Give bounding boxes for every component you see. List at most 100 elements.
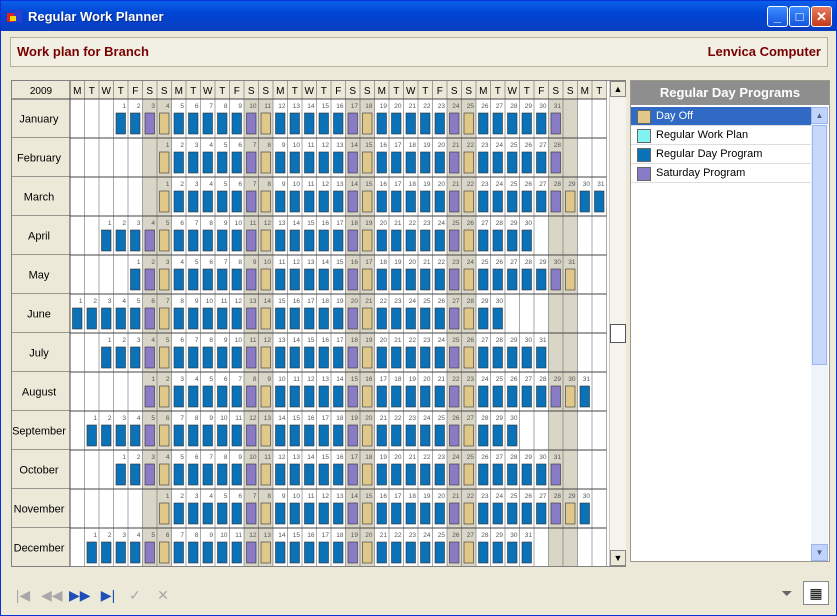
day-number: 7: [195, 220, 199, 227]
day-number: 31: [554, 454, 562, 461]
day-number: 27: [539, 493, 547, 500]
cancel-icon[interactable]: ✕: [153, 586, 173, 604]
day-number: 1: [108, 220, 112, 227]
filter-icon[interactable]: ⏷: [775, 581, 799, 605]
day-number: 25: [481, 259, 489, 266]
calendar-grid-icon[interactable]: ▦: [803, 581, 829, 605]
day-number: 10: [206, 298, 214, 305]
day-number: 18: [409, 142, 417, 149]
day-bar: [376, 190, 387, 213]
prev-icon[interactable]: ◀◀: [41, 586, 63, 604]
calendar-grid[interactable]: 2009 M T W T F S S M T W T F S S M T W T F S S M T W T F S S M T W T F S S M…: [11, 80, 626, 567]
close-button[interactable]: ✕: [811, 6, 832, 27]
program-color-swatch: [637, 110, 651, 124]
day-number: 31: [539, 337, 547, 344]
day-number: 25: [510, 493, 518, 500]
day-number: 3: [195, 142, 199, 149]
day-number: 10: [293, 493, 301, 500]
day-number: 2: [137, 103, 141, 110]
day-number: 21: [380, 415, 388, 422]
day-bar: [275, 385, 286, 408]
first-record-icon[interactable]: |◀: [13, 586, 33, 604]
day-number: 14: [264, 298, 272, 305]
maximize-button[interactable]: □: [789, 6, 810, 27]
calendar-scrollbar[interactable]: ▲ ▼: [609, 81, 626, 566]
programs-scroll-down-icon[interactable]: ▼: [811, 544, 828, 561]
day-bar: [231, 463, 242, 486]
day-number: 2: [122, 220, 126, 227]
day-bar: [449, 463, 460, 486]
day-bar: [391, 463, 402, 486]
day-number: 26: [481, 103, 489, 110]
day-bar: [362, 541, 373, 564]
day-bar: [202, 151, 213, 174]
day-number: 27: [496, 454, 504, 461]
day-bar: [463, 307, 474, 330]
scroll-up-arrow-icon[interactable]: ▲: [610, 81, 626, 97]
day-bar: [507, 112, 518, 135]
day-bar: [478, 502, 489, 525]
day-header: T: [495, 86, 501, 97]
day-bar: [231, 112, 242, 135]
day-bar: [405, 151, 416, 174]
day-number: 10: [235, 337, 243, 344]
day-bar: [507, 502, 518, 525]
day-number: 30: [554, 259, 562, 266]
next-icon[interactable]: ▶▶: [69, 586, 91, 604]
day-bar: [565, 268, 576, 291]
day-bar: [463, 151, 474, 174]
day-bar: [391, 307, 402, 330]
day-number: 15: [293, 415, 301, 422]
scroll-down-arrow-icon[interactable]: ▼: [610, 550, 626, 566]
day-bar: [188, 268, 199, 291]
day-header: M: [581, 86, 589, 97]
day-number: 8: [253, 376, 257, 383]
day-bar: [434, 268, 445, 291]
day-header: F: [538, 86, 544, 97]
day-number: 7: [180, 532, 184, 539]
day-bar: [507, 229, 518, 252]
day-number: 3: [151, 454, 155, 461]
day-bar: [159, 268, 170, 291]
day-number: 14: [293, 337, 301, 344]
day-bar: [420, 541, 431, 564]
day-number: 11: [264, 103, 271, 110]
month-label: June: [27, 309, 51, 321]
day-header: W: [406, 86, 416, 97]
day-number: 15: [293, 532, 301, 539]
program-item[interactable]: Regular Day Program: [631, 145, 811, 164]
day-bar: [202, 385, 213, 408]
day-number: 1: [79, 298, 83, 305]
programs-scrollbar[interactable]: ▲ ▼: [811, 107, 828, 561]
program-item[interactable]: Saturday Program: [631, 164, 811, 183]
day-bar: [347, 190, 358, 213]
day-bar: [217, 190, 228, 213]
program-item[interactable]: Day Off: [631, 107, 811, 126]
day-number: 24: [452, 103, 460, 110]
programs-scroll-thumb[interactable]: [812, 125, 827, 365]
program-item[interactable]: Regular Work Plan: [631, 126, 811, 145]
day-bar: [492, 385, 503, 408]
day-number: 16: [293, 298, 301, 305]
day-bar: [130, 424, 141, 447]
day-bar: [318, 463, 329, 486]
programs-scroll-up-icon[interactable]: ▲: [811, 107, 828, 124]
day-bar: [347, 229, 358, 252]
day-number: 19: [423, 493, 431, 500]
day-header: S: [552, 86, 559, 97]
check-icon[interactable]: ✓: [125, 586, 145, 604]
minimize-button[interactable]: _: [767, 6, 788, 27]
last-record-icon[interactable]: ▶|: [98, 586, 118, 604]
day-bar: [536, 190, 547, 213]
scroll-thumb[interactable]: [610, 324, 626, 343]
day-number: 20: [365, 415, 373, 422]
day-bar: [347, 268, 358, 291]
day-number: 6: [166, 532, 170, 539]
day-number: 1: [151, 376, 155, 383]
day-header: W: [305, 86, 315, 97]
day-bar: [521, 229, 532, 252]
day-number: 29: [525, 103, 533, 110]
day-bar: [376, 385, 387, 408]
day-bar: [478, 385, 489, 408]
day-number: 30: [496, 298, 504, 305]
